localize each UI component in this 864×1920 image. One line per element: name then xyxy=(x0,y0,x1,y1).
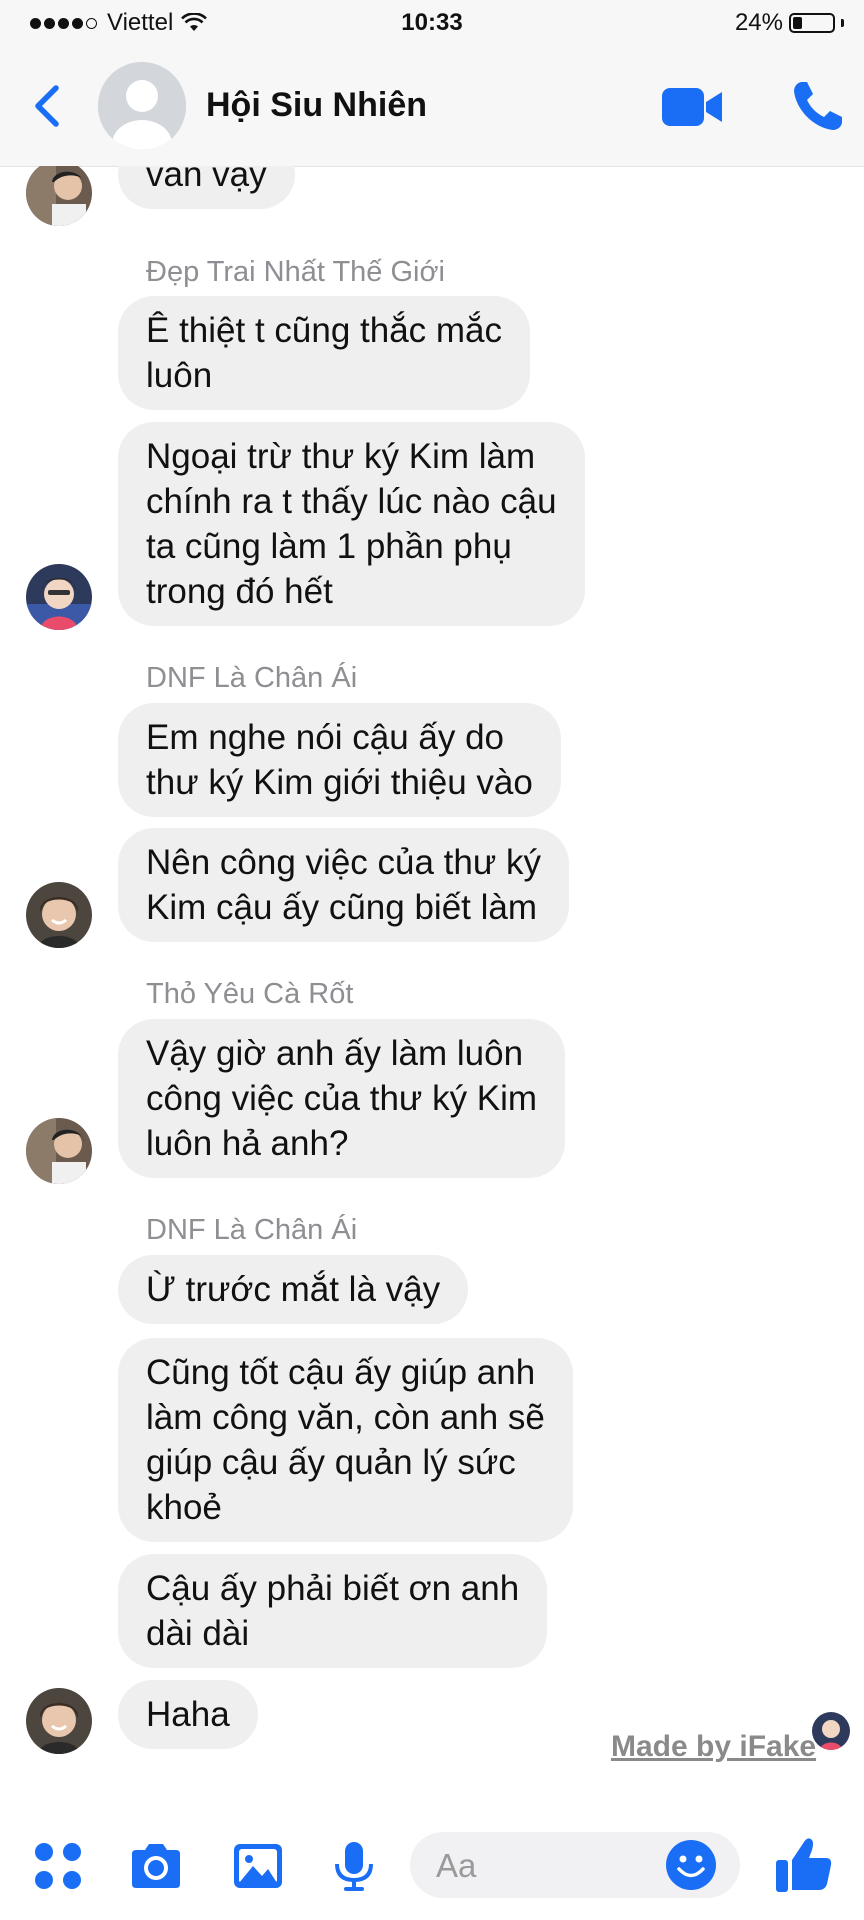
back-icon[interactable] xyxy=(28,76,68,136)
message-bubble[interactable]: Vậy giờ anh ấy làm luôn công việc của th… xyxy=(118,1019,566,1178)
group-avatar[interactable] xyxy=(98,62,186,150)
message-bubble[interactable]: Ngoại trừ thư ký Kim làm chính ra t thấy… xyxy=(118,422,585,626)
battery-status: 24% xyxy=(735,9,844,37)
message-bubble[interactable]: Cũng tốt cậu ấy giúp anh làm công văn, c… xyxy=(118,1338,573,1542)
phone-icon[interactable] xyxy=(790,78,846,134)
member-avatar[interactable] xyxy=(26,1118,92,1184)
sender-name: DNF Là Chân Ái xyxy=(146,662,358,694)
message-composer: Aa xyxy=(0,1810,864,1920)
message-bubble[interactable]: Haha xyxy=(118,1680,258,1749)
watermark: Made by iFake xyxy=(611,1730,817,1763)
member-avatar[interactable] xyxy=(26,1688,92,1754)
photo-icon[interactable] xyxy=(230,1838,286,1894)
camera-icon[interactable] xyxy=(128,1838,184,1894)
member-avatar[interactable] xyxy=(26,564,92,630)
message-list[interactable]: văn vậy Đẹp Trai Nhất Thế Giới Ê thiệt t… xyxy=(0,166,864,1800)
member-avatar[interactable] xyxy=(26,882,92,948)
message-bubble[interactable]: văn vậy xyxy=(118,166,295,209)
chat-header: Hội Siu Nhiên xyxy=(0,46,864,167)
sender-name: Đẹp Trai Nhất Thế Giới xyxy=(146,256,445,288)
input-placeholder: Aa xyxy=(436,1847,477,1884)
message-bubble[interactable]: Ừ trước mắt là vậy xyxy=(118,1255,469,1324)
status-bar: Viettel 10:33 24% xyxy=(0,0,864,46)
battery-percent: 24% xyxy=(734,9,783,36)
emoji-icon[interactable] xyxy=(664,1838,718,1892)
microphone-icon[interactable] xyxy=(326,1838,382,1894)
message-bubble[interactable]: Nên công việc của thư ký Kim cậu ấy cũng… xyxy=(118,828,570,942)
like-icon[interactable] xyxy=(772,1832,836,1896)
apps-icon[interactable] xyxy=(30,1838,86,1894)
sender-name: DNF Là Chân Ái xyxy=(146,1214,358,1246)
message-bubble[interactable]: Em nghe nói cậu ấy do thư ký Kim giới th… xyxy=(118,703,561,817)
battery-icon xyxy=(789,13,835,33)
conversation-title[interactable]: Hội Siu Nhiên xyxy=(206,86,427,125)
sender-name: Thỏ Yêu Cà Rốt xyxy=(146,978,354,1010)
video-camera-icon[interactable] xyxy=(660,84,724,130)
seen-receipt-avatar xyxy=(812,1712,850,1750)
message-bubble[interactable]: Ê thiệt t cũng thắc mắc luôn xyxy=(118,296,531,410)
member-avatar[interactable] xyxy=(26,166,92,226)
message-input[interactable]: Aa xyxy=(410,1832,740,1898)
message-bubble[interactable]: Cậu ấy phải biết ơn anh dài dài xyxy=(118,1554,548,1668)
